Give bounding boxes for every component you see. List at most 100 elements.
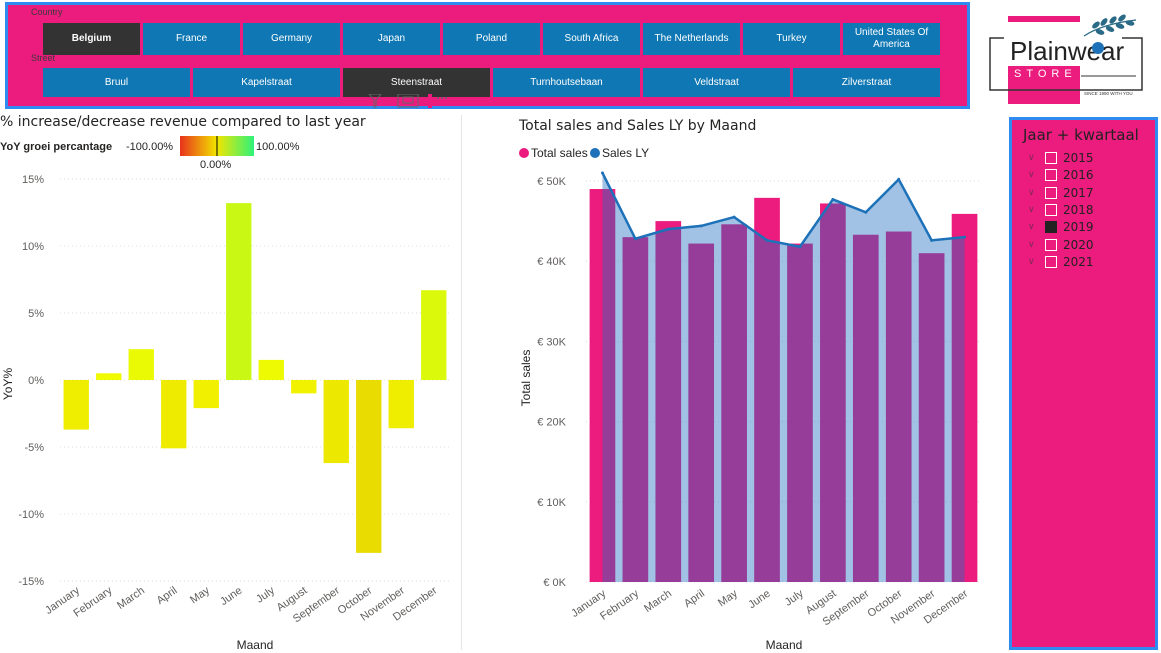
more-options-icon[interactable] bbox=[428, 94, 447, 108]
yoy-bar[interactable] bbox=[388, 380, 414, 429]
logo-tagline: SINCE 1990 WITH YOU bbox=[1084, 91, 1133, 96]
country-button-the-netherlands[interactable]: The Netherlands bbox=[643, 23, 740, 55]
y-tick-label: € 10K bbox=[537, 497, 566, 509]
yoy-bar[interactable] bbox=[128, 349, 154, 380]
yoy-bar[interactable] bbox=[291, 380, 317, 394]
chevron-down-icon[interactable]: ∨ bbox=[1028, 205, 1040, 215]
x-tick-label: April bbox=[155, 585, 180, 607]
logo-store-text: STORE bbox=[1014, 68, 1077, 80]
y-tick-label: -15% bbox=[18, 576, 44, 588]
y-axis-title: Total sales bbox=[519, 350, 533, 407]
x-tick-label: June bbox=[218, 585, 244, 609]
year-checkbox[interactable] bbox=[1045, 203, 1057, 216]
legend-max-label: 100.00% bbox=[256, 141, 300, 153]
filter-icon[interactable] bbox=[368, 94, 382, 108]
yoy-bar[interactable] bbox=[421, 290, 447, 380]
sales-ly-point[interactable] bbox=[930, 238, 934, 242]
legend-marker-sales-ly bbox=[590, 148, 600, 158]
yoy-chart-title: % increase/decrease revenue compared to … bbox=[0, 114, 366, 130]
year-checkbox[interactable] bbox=[1045, 238, 1057, 251]
year-label: 2021 bbox=[1063, 254, 1094, 269]
street-button-bruul[interactable]: Bruul bbox=[43, 68, 190, 97]
year-item-2017[interactable]: ∨ 2017 bbox=[1028, 185, 1094, 201]
year-checkbox[interactable] bbox=[1045, 152, 1057, 164]
y-tick-label: -10% bbox=[18, 509, 44, 521]
street-button-steenstraat[interactable]: Steenstraat bbox=[343, 68, 490, 97]
street-button-turnhoutsebaan[interactable]: Turnhoutsebaan bbox=[493, 68, 640, 97]
y-tick-label: 0% bbox=[28, 375, 44, 387]
yoy-chart: YoY groei percantage -100.00% 100.00% 0.00%… bbox=[0, 136, 450, 652]
sales-ly-area bbox=[602, 172, 965, 583]
year-checkbox[interactable] bbox=[1045, 186, 1057, 199]
x-tick-label: March bbox=[642, 588, 674, 615]
street-label: Street bbox=[31, 53, 56, 63]
year-checkbox[interactable] bbox=[1045, 255, 1057, 268]
sales-ly-point[interactable] bbox=[798, 245, 802, 249]
filter-panel: Country Belgium France Germany Japan Poland S… bbox=[5, 2, 970, 109]
street-button-kapelstraat[interactable]: Kapelstraat bbox=[193, 68, 340, 97]
year-item-2019[interactable]: ∨ 2019 bbox=[1028, 219, 1094, 235]
country-button-belgium[interactable]: Belgium bbox=[43, 23, 140, 55]
sales-ly-point[interactable] bbox=[732, 215, 736, 219]
year-item-2018[interactable]: ∨ 2018 bbox=[1028, 202, 1094, 218]
sales-chart-title: Total sales and Sales LY by Maand bbox=[519, 118, 757, 134]
country-button-japan[interactable]: Japan bbox=[343, 23, 440, 55]
yoy-bar[interactable] bbox=[63, 380, 89, 430]
x-tick-label: May bbox=[188, 584, 212, 606]
sales-ly-point[interactable] bbox=[600, 171, 604, 175]
year-checkbox[interactable] bbox=[1045, 169, 1057, 182]
chevron-down-icon[interactable]: ∨ bbox=[1028, 188, 1040, 198]
slicer-title: Jaar + kwartaal bbox=[1023, 126, 1139, 144]
sales-ly-point[interactable] bbox=[765, 238, 769, 242]
sales-ly-point[interactable] bbox=[864, 210, 868, 214]
leaf-branch-icon bbox=[1083, 14, 1137, 37]
yoy-bar[interactable] bbox=[193, 380, 219, 409]
country-button-france[interactable]: France bbox=[143, 23, 240, 55]
yoy-bar[interactable] bbox=[226, 203, 252, 380]
yoy-bar[interactable] bbox=[96, 373, 122, 380]
country-button-germany[interactable]: Germany bbox=[243, 23, 340, 55]
legend-title: YoY groei percantage bbox=[0, 141, 112, 153]
year-item-2016[interactable]: ∨ 2016 bbox=[1028, 167, 1094, 183]
plainwear-logo: Plainwear STORE SINCE 1990 WITH YOU bbox=[989, 14, 1143, 104]
country-button-south-africa[interactable]: South Africa bbox=[543, 23, 640, 55]
dashboard: Country Belgium France Germany Japan Poland S… bbox=[0, 0, 1161, 653]
sales-ly-point[interactable] bbox=[633, 237, 637, 241]
sales-ly-point[interactable] bbox=[963, 235, 967, 239]
year-checkbox[interactable] bbox=[1045, 221, 1057, 234]
yoy-bar[interactable] bbox=[356, 380, 382, 553]
chevron-down-icon[interactable]: ∨ bbox=[1028, 170, 1040, 180]
year-item-2015[interactable]: ∨ 2015 bbox=[1028, 150, 1094, 166]
legend-sales-ly: Sales LY bbox=[602, 146, 649, 160]
chevron-down-icon[interactable]: ∨ bbox=[1028, 240, 1040, 250]
yoy-bar[interactable] bbox=[161, 380, 187, 449]
y-tick-label: 10% bbox=[22, 241, 44, 253]
sales-ly-point[interactable] bbox=[666, 227, 670, 231]
sales-ly-point[interactable] bbox=[699, 224, 703, 228]
street-button-veldstraat[interactable]: Veldstraat bbox=[643, 68, 790, 97]
sales-ly-point[interactable] bbox=[831, 197, 835, 201]
x-tick-label: May bbox=[716, 587, 740, 609]
sales-ly-point[interactable] bbox=[897, 177, 901, 181]
street-button-zilverstraat[interactable]: Zilverstraat bbox=[793, 68, 940, 97]
y-tick-label: € 30K bbox=[537, 336, 566, 348]
chevron-down-icon[interactable]: ∨ bbox=[1028, 257, 1040, 267]
country-button-poland[interactable]: Poland bbox=[443, 23, 540, 55]
country-button-united-states-of-america[interactable]: United States Of America bbox=[843, 23, 940, 55]
x-axis-title: Maand bbox=[766, 638, 803, 652]
x-axis-title: Maand bbox=[237, 638, 274, 652]
x-tick-label: June bbox=[746, 588, 772, 612]
year-item-2020[interactable]: ∨ 2020 bbox=[1028, 237, 1094, 253]
y-axis-title: YoY% bbox=[1, 368, 15, 401]
yoy-bar[interactable] bbox=[258, 359, 284, 380]
year-label: 2019 bbox=[1063, 220, 1094, 235]
chevron-down-icon[interactable]: ∨ bbox=[1028, 222, 1040, 232]
year-item-2021[interactable]: ∨ 2021 bbox=[1028, 254, 1094, 270]
focus-mode-icon[interactable] bbox=[397, 94, 419, 108]
year-label: 2020 bbox=[1063, 237, 1094, 252]
year-label: 2018 bbox=[1063, 202, 1094, 217]
yoy-bar[interactable] bbox=[323, 380, 349, 464]
x-tick-label: March bbox=[115, 585, 147, 612]
country-button-turkey[interactable]: Turkey bbox=[743, 23, 840, 55]
chevron-down-icon[interactable]: ∨ bbox=[1028, 153, 1040, 163]
